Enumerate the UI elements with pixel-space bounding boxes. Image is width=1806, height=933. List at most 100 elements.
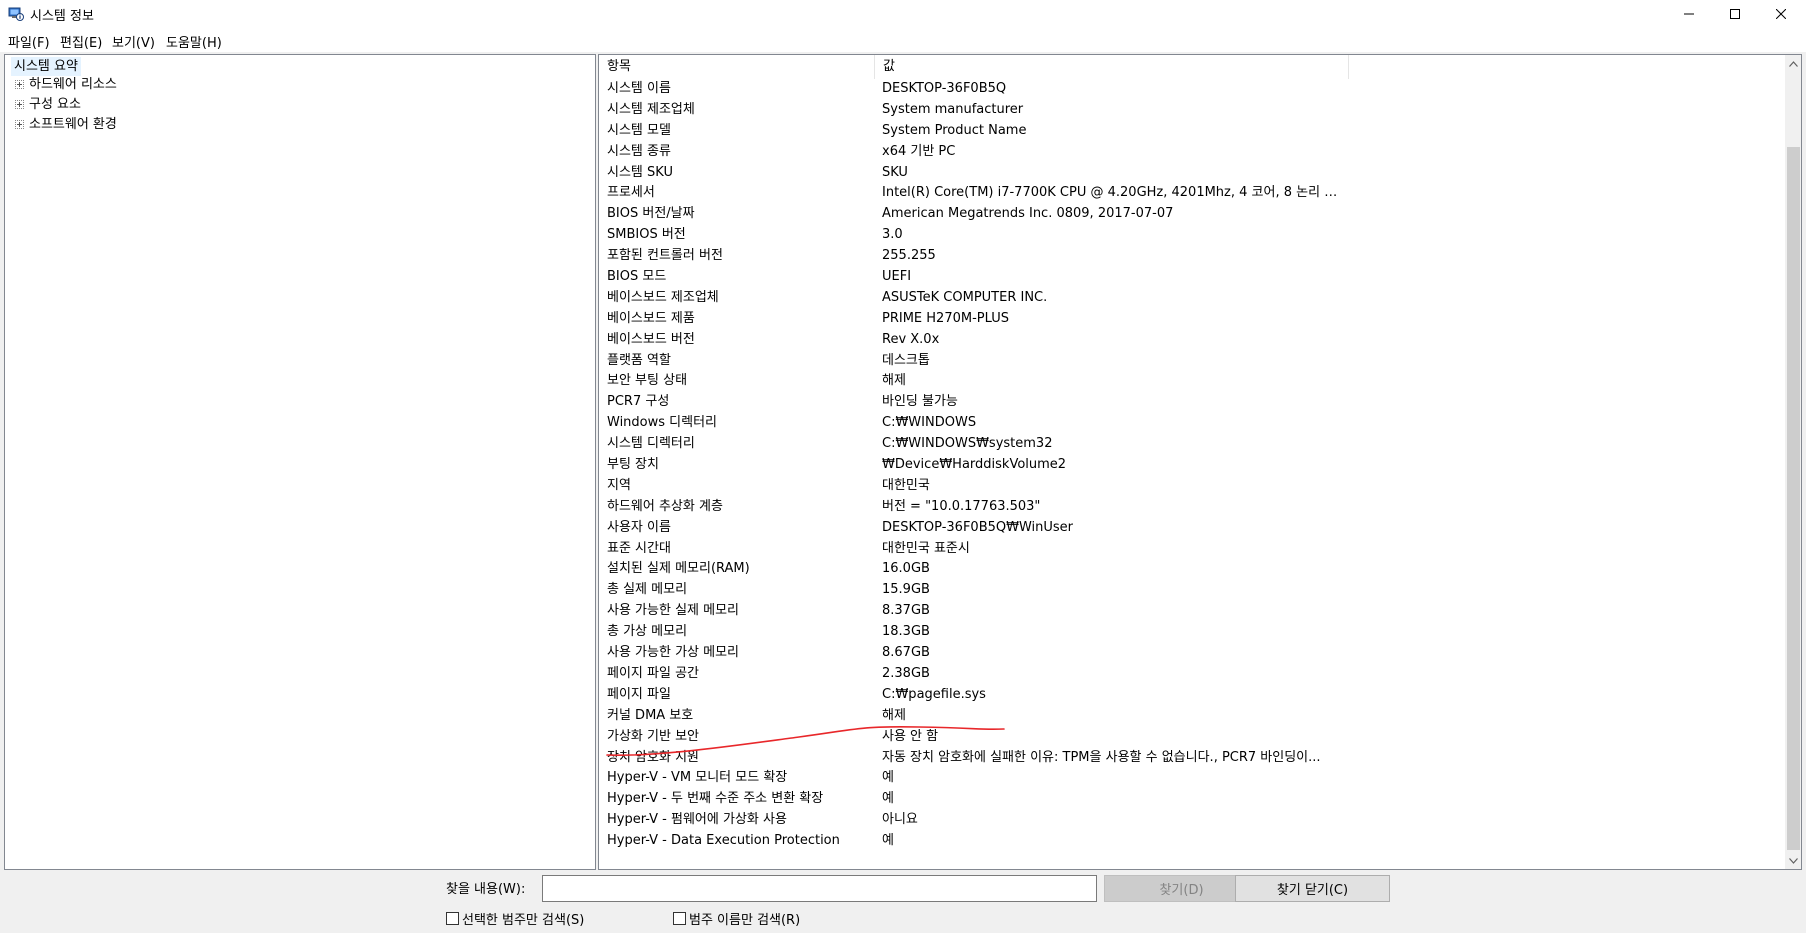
row-item-name: 시스템 제조업체 — [607, 101, 695, 117]
table-row[interactable]: 가상화 기반 보안 사용 안 함 — [599, 727, 1785, 748]
close-icon — [1776, 9, 1786, 19]
row-item-name: 가상화 기반 보안 — [607, 728, 699, 744]
table-row[interactable]: 페이지 파일 C:₩pagefile.sys — [599, 685, 1785, 706]
row-item-value: 자동 장치 암호화에 실패한 이유: TPM을 사용할 수 없습니다., PCR… — [882, 749, 1321, 765]
close-find-button[interactable]: 찾기 닫기(C) — [1235, 875, 1390, 902]
row-item-value: System manufacturer — [882, 101, 1024, 117]
menu-file[interactable]: 파일(F) — [6, 31, 52, 52]
table-row[interactable]: 페이지 파일 공간 2.38GB — [599, 664, 1785, 685]
vertical-scrollbar[interactable] — [1785, 55, 1801, 869]
system-info-icon — [8, 6, 24, 22]
table-row[interactable]: 지역 대한민국 — [599, 476, 1785, 497]
row-item-value: SKU — [882, 164, 908, 180]
table-row[interactable]: 시스템 SKU SKU — [599, 163, 1785, 184]
search-selected-category-checkbox[interactable]: 선택한 범주만 검색(S) — [446, 909, 584, 928]
table-row[interactable]: 사용 가능한 실제 메모리 8.37GB — [599, 601, 1785, 622]
table-row[interactable]: Hyper-V - 펌웨어에 가상화 사용 아니요 — [599, 810, 1785, 831]
table-row[interactable]: SMBIOS 버전 3.0 — [599, 225, 1785, 246]
row-item-name: 총 가상 메모리 — [607, 624, 688, 640]
table-row[interactable]: PCR7 구성 바인딩 불가능 — [599, 392, 1785, 413]
row-item-value: System Product Name — [882, 122, 1027, 138]
expand-icon[interactable] — [15, 120, 24, 129]
expand-icon[interactable] — [15, 80, 24, 89]
find-input[interactable] — [542, 875, 1097, 902]
table-row[interactable]: 총 실제 메모리 15.9GB — [599, 580, 1785, 601]
maximize-button[interactable] — [1712, 0, 1758, 28]
row-item-name: 사용자 이름 — [607, 519, 671, 535]
category-tree[interactable]: 시스템 요약 하드웨어 리소스 구성 요소 소프트웨어 환경 — [4, 54, 596, 870]
column-header-empty[interactable] — [1349, 55, 1785, 79]
table-row[interactable]: 사용 가능한 가상 메모리 8.67GB — [599, 643, 1785, 664]
row-item-name: 커널 DMA 보호 — [607, 707, 694, 723]
search-category-names-checkbox[interactable]: 범주 이름만 검색(R) — [673, 909, 800, 928]
list-header: 항목 값 — [599, 55, 1785, 79]
row-item-name: 하드웨어 추상화 계층 — [607, 498, 723, 514]
row-item-value: C:₩WINDOWS₩system32 — [882, 436, 1053, 452]
scroll-up-arrow-icon[interactable] — [1785, 55, 1801, 72]
row-item-name: 시스템 SKU — [607, 164, 673, 180]
minimize-button[interactable] — [1666, 0, 1712, 28]
tree-item-components[interactable]: 구성 요소 — [5, 95, 205, 114]
table-row[interactable]: 시스템 종류 x64 기반 PC — [599, 142, 1785, 163]
tree-item-hardware-resources[interactable]: 하드웨어 리소스 — [5, 75, 205, 94]
checkbox-box[interactable] — [446, 912, 459, 925]
scroll-down-arrow-icon[interactable] — [1785, 852, 1801, 869]
table-row[interactable]: 시스템 제조업체 System manufacturer — [599, 100, 1785, 121]
tree-item-software-environment[interactable]: 소프트웨어 환경 — [5, 115, 205, 134]
table-row[interactable]: 설치된 실제 메모리(RAM) 16.0GB — [599, 559, 1785, 580]
row-item-name: Hyper-V - VM 모니터 모드 확장 — [607, 770, 788, 786]
table-row[interactable]: 프로세서 Intel(R) Core(TM) i7-7700K CPU @ 4.2… — [599, 183, 1785, 204]
row-item-value: C:₩WINDOWS — [882, 415, 977, 431]
row-item-value: 대한민국 — [882, 477, 930, 493]
tree-item-system-summary[interactable]: 시스템 요약 — [11, 57, 81, 76]
table-row[interactable]: 포함된 컨트롤러 버전 255.255 — [599, 246, 1785, 267]
table-row[interactable]: 베이스보드 제조업체 ASUSTeK COMPUTER INC. — [599, 288, 1785, 309]
table-row[interactable]: Windows 디렉터리 C:₩WINDOWS — [599, 413, 1785, 434]
row-item-name: 장치 암호화 지원 — [607, 749, 699, 765]
row-item-name: 페이지 파일 공간 — [607, 665, 699, 681]
table-row[interactable]: 플랫폼 역할 데스크톱 — [599, 351, 1785, 372]
table-row[interactable]: 베이스보드 버전 Rev X.0x — [599, 330, 1785, 351]
table-row[interactable]: 베이스보드 제품 PRIME H270M-PLUS — [599, 309, 1785, 330]
close-button[interactable] — [1758, 0, 1804, 28]
row-item-name: 설치된 실제 메모리(RAM) — [607, 561, 750, 577]
column-header-value[interactable]: 값 — [875, 55, 1349, 79]
row-item-value: PRIME H270M-PLUS — [882, 310, 1009, 326]
table-row[interactable]: BIOS 모드 UEFI — [599, 267, 1785, 288]
row-item-value: ASUSTeK COMPUTER INC. — [882, 289, 1048, 305]
table-row[interactable]: 시스템 이름 DESKTOP-36F0B5Q — [599, 79, 1785, 100]
row-item-name: SMBIOS 버전 — [607, 227, 686, 243]
menu-view[interactable]: 보기(V) — [110, 31, 157, 52]
table-row[interactable]: 하드웨어 추상화 계층 버전 = "10.0.17763.503" — [599, 497, 1785, 518]
list-rows: 시스템 이름 DESKTOP-36F0B5Q 시스템 제조업체 System manu… — [599, 79, 1785, 852]
checkbox-label: 선택한 범주만 검색(S) — [462, 913, 585, 928]
table-row[interactable]: 보안 부팅 상태 해제 — [599, 371, 1785, 392]
row-item-value: 해제 — [882, 707, 906, 723]
menu-bar: 파일(F) 편집(E) 보기(V) 도움말(H) — [0, 28, 1806, 52]
checkbox-label: 범주 이름만 검색(R) — [689, 913, 801, 928]
row-item-value: 대한민국 표준시 — [882, 540, 970, 556]
table-row[interactable]: 총 가상 메모리 18.3GB — [599, 622, 1785, 643]
table-row[interactable]: 사용자 이름 DESKTOP-36F0B5Q₩WinUser — [599, 518, 1785, 539]
menu-help[interactable]: 도움말(H) — [164, 31, 224, 52]
row-item-value: 데스크톱 — [882, 352, 930, 368]
table-row[interactable]: Hyper-V - VM 모니터 모드 확장 예 — [599, 768, 1785, 789]
table-row[interactable]: 장치 암호화 지원 자동 장치 암호화에 실패한 이유: TPM을 사용할 수 없… — [599, 748, 1785, 769]
table-row[interactable]: Hyper-V - Data Execution Protection 예 — [599, 831, 1785, 852]
checkbox-box[interactable] — [673, 912, 686, 925]
table-row[interactable]: Hyper-V - 두 번째 수준 주소 변환 확장 예 — [599, 789, 1785, 810]
row-item-name: 시스템 디렉터리 — [607, 436, 695, 452]
expand-icon[interactable] — [15, 100, 24, 109]
column-header-item[interactable]: 항목 — [599, 55, 875, 79]
scrollbar-thumb[interactable] — [1787, 147, 1800, 850]
table-row[interactable]: BIOS 버전/날짜 American Megatrends Inc. 0809,… — [599, 204, 1785, 225]
table-row[interactable]: 시스템 모델 System Product Name — [599, 121, 1785, 142]
table-row[interactable]: 부팅 장치 ₩Device₩HarddiskVolume2 — [599, 455, 1785, 476]
table-row[interactable]: 커널 DMA 보호 해제 — [599, 706, 1785, 727]
row-item-value: 18.3GB — [882, 624, 930, 640]
details-list[interactable]: 항목 값 시스템 이름 DESKTOP-36F0B5Q 시스템 제조업체 System… — [598, 54, 1802, 870]
table-row[interactable]: 시스템 디렉터리 C:₩WINDOWS₩system32 — [599, 434, 1785, 455]
table-row[interactable]: 표준 시간대 대한민국 표준시 — [599, 539, 1785, 560]
menu-edit[interactable]: 편집(E) — [58, 31, 104, 52]
row-item-value: 예 — [882, 791, 894, 807]
